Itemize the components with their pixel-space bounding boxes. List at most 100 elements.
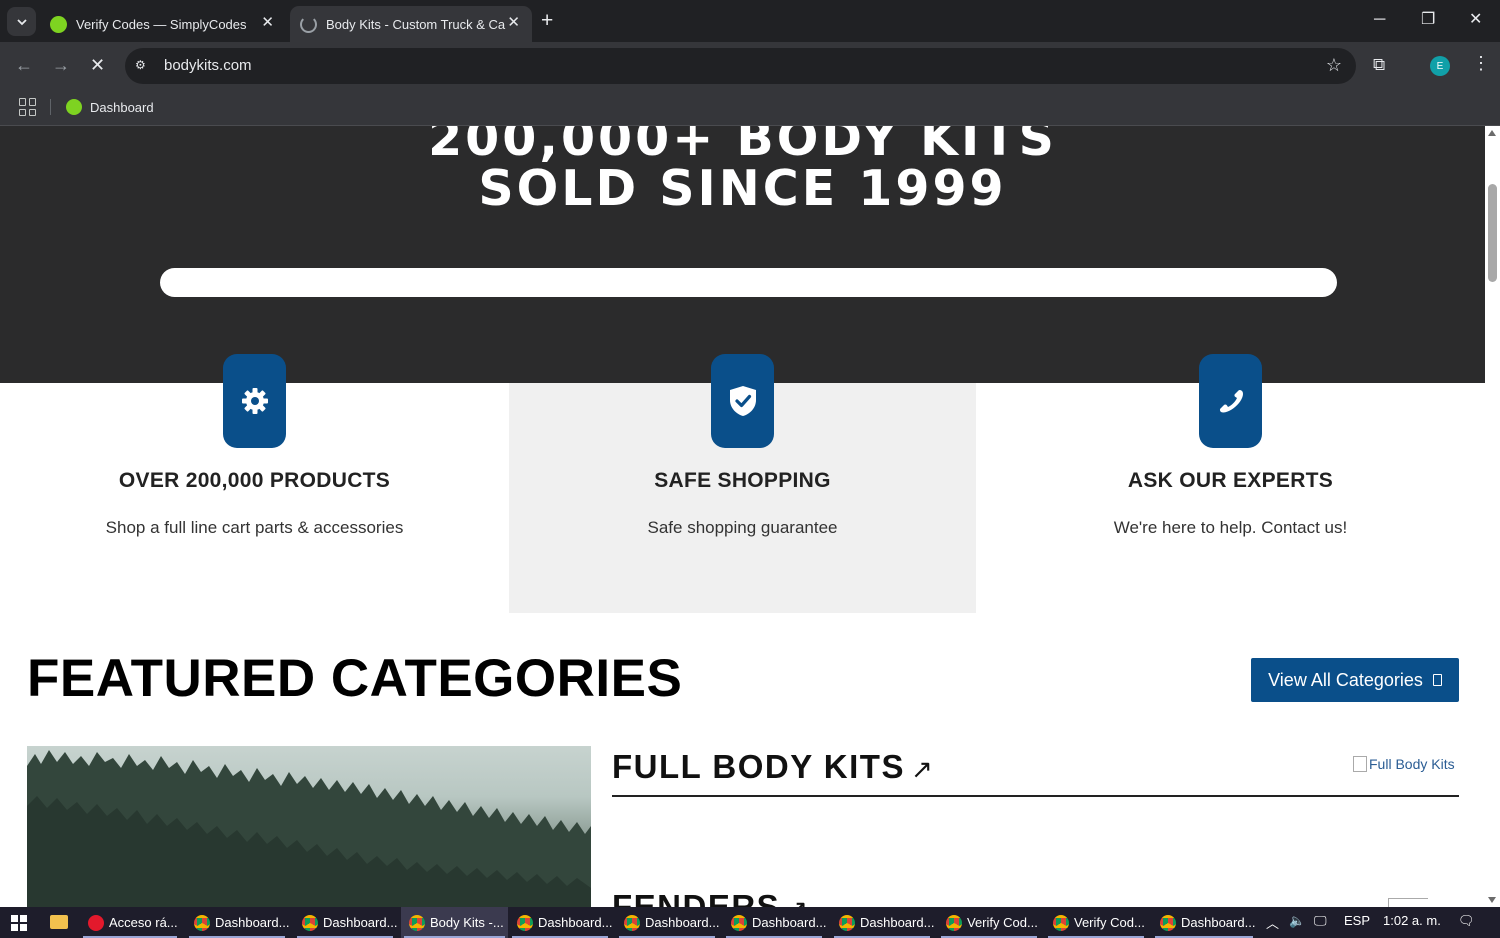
windows-taskbar: Acceso rá... Dashboard... Dashboard... B… — [0, 907, 1500, 938]
loading-spinner-icon — [300, 15, 317, 33]
view-all-categories-button[interactable]: View All Categories — [1251, 658, 1459, 702]
taskbar-item[interactable]: Dashboard... — [831, 907, 935, 938]
taskbar-item[interactable]: Dashboard... — [616, 907, 720, 938]
category-divider — [612, 795, 1459, 797]
feature-experts: ASK OUR EXPERTS We're here to help. Cont… — [976, 354, 1485, 613]
close-window-icon[interactable]: ✕ — [1469, 9, 1482, 31]
scroll-down-icon[interactable] — [1488, 897, 1496, 903]
feature-text: Safe shopping guarantee — [647, 518, 838, 537]
forward-arrow-icon[interactable]: → — [52, 54, 70, 76]
browser-menu-icon[interactable]: ⋮ — [1472, 53, 1490, 74]
taskbar-label: Dashboard... — [860, 915, 935, 930]
extensions-puzzle-icon[interactable]: ⧉ — [1373, 55, 1393, 75]
tab-title: Body Kits - Custom Truck & Car — [326, 16, 506, 32]
input-language[interactable]: ESP — [1344, 913, 1370, 928]
category-forest-image[interactable] — [27, 746, 591, 907]
chrome-icon — [517, 914, 533, 931]
feature-products: OVER 200,000 PRODUCTS Shop a full line c… — [0, 354, 509, 613]
page-viewport: 200,000+ BODY KITS SOLD SINCE 1999 OVER … — [0, 126, 1485, 907]
hero-heading: 200,000+ BODY KITS SOLD SINCE 1999 — [0, 126, 1485, 214]
speaker-icon[interactable]: 🔈 — [1289, 913, 1305, 929]
taskbar-label: Acceso rá... — [109, 915, 178, 930]
windows-start-icon[interactable] — [11, 915, 27, 931]
clock-time[interactable]: 1:02 a. m. — [1383, 913, 1441, 928]
scrollbar-thumb[interactable] — [1488, 184, 1497, 282]
chrome-icon — [946, 914, 962, 931]
hero-line-2: SOLD SINCE 1999 — [478, 160, 1007, 217]
taskbar-label: Verify Cod... — [1074, 915, 1145, 930]
site-search-input[interactable] — [160, 268, 1337, 297]
bookmark-label: Dashboard — [90, 99, 154, 115]
taskbar-item[interactable]: Dashboard... — [186, 907, 290, 938]
chrome-icon — [1160, 914, 1176, 931]
bookmarks-divider — [50, 99, 51, 115]
feature-text: We're here to help. Contact us! — [1113, 518, 1348, 537]
tab-verify-codes[interactable]: Verify Codes — SimplyCodes ✕ — [40, 6, 286, 42]
profile-avatar[interactable]: E — [1430, 56, 1450, 76]
chrome-icon — [839, 914, 855, 931]
category-fenders-link[interactable]: FENDERS ↗ — [612, 888, 809, 907]
phone-icon-badge — [1199, 354, 1262, 448]
taskbar-label: Dashboard... — [538, 915, 613, 930]
taskbar-label: Dashboard... — [645, 915, 720, 930]
bookmark-star-icon[interactable]: ☆ — [1326, 55, 1342, 76]
taskbar-item[interactable]: Acceso rá... — [80, 907, 180, 938]
tab-close-icon[interactable]: ✕ — [507, 14, 520, 32]
category-title: FENDERS — [612, 888, 781, 907]
browser-tab-strip: Verify Codes — SimplyCodes ✕ Body Kits -… — [0, 0, 1500, 42]
file-explorer-icon[interactable] — [50, 915, 68, 929]
taskbar-label: Dashboard... — [215, 915, 290, 930]
external-arrow-icon: ↗ — [786, 894, 809, 907]
bookmarks-bar: Dashboard — [0, 90, 1500, 126]
gear-icon — [241, 388, 268, 414]
restore-icon[interactable]: ❐ — [1421, 9, 1435, 31]
taskbar-label: Dashboard... — [1181, 915, 1256, 930]
taskbar-item[interactable]: Dashboard... — [294, 907, 398, 938]
feature-safe-shopping: SAFE SHOPPING Safe shopping guarantee — [509, 354, 976, 613]
missing-glyph-icon — [1432, 674, 1442, 686]
feature-title: SAFE SHOPPING — [654, 469, 831, 492]
chrome-icon — [302, 914, 318, 931]
bookmark-dashboard[interactable]: Dashboard — [66, 96, 154, 118]
chrome-icon — [409, 914, 425, 931]
taskbar-item[interactable]: Dashboard... — [509, 907, 613, 938]
site-info-icon[interactable]: ⚙ — [135, 58, 151, 74]
back-arrow-icon[interactable]: ← — [15, 54, 33, 76]
category-image-broken[interactable]: Full Body Kits — [1353, 756, 1455, 772]
stop-loading-icon[interactable]: ✕ — [90, 54, 105, 76]
simplycodes-favicon-icon — [66, 99, 82, 115]
broken-image-icon — [1353, 756, 1367, 772]
taskbar-item[interactable]: Dashboard... — [1152, 907, 1256, 938]
feature-text: Shop a full line cart parts & accessorie… — [105, 518, 404, 537]
phone-icon — [1219, 389, 1243, 413]
taskbar-item-active[interactable]: Body Kits -... — [401, 907, 508, 938]
tab-title: Verify Codes — SimplyCodes — [76, 16, 247, 32]
taskbar-item[interactable]: Dashboard... — [723, 907, 827, 938]
image-alt-text: Full Body Kits — [1369, 756, 1455, 772]
address-bar[interactable]: ⚙ bodykits.com ☆ — [125, 48, 1356, 84]
network-icon[interactable]: 🖵 — [1314, 913, 1327, 929]
taskbar-label: Dashboard... — [752, 915, 827, 930]
taskbar-item[interactable]: Verify Cod... — [938, 907, 1040, 938]
feature-title: OVER 200,000 PRODUCTS — [118, 469, 391, 492]
chrome-icon — [624, 914, 640, 931]
notifications-icon[interactable]: 🗨 — [1458, 913, 1475, 929]
tab-search-button[interactable] — [7, 7, 36, 36]
apps-grid-icon[interactable] — [19, 98, 37, 116]
category-title: FULL BODY KITS — [612, 748, 905, 785]
category-full-body-kits-link[interactable]: FULL BODY KITS ↗ — [612, 748, 934, 786]
taskbar-label: Body Kits -... — [430, 915, 504, 930]
taskbar-label: Dashboard... — [323, 915, 398, 930]
scroll-up-icon[interactable] — [1488, 130, 1496, 136]
minimize-icon[interactable]: ─ — [1374, 9, 1385, 31]
tab-close-icon[interactable]: ✕ — [261, 14, 274, 32]
tab-body-kits[interactable]: Body Kits - Custom Truck & Car ✕ — [290, 6, 532, 42]
gear-icon-badge — [223, 354, 286, 448]
tray-chevron-up-icon[interactable]: ︿ — [1266, 913, 1279, 932]
opera-icon — [88, 914, 104, 931]
taskbar-item[interactable]: Verify Cod... — [1045, 907, 1147, 938]
page-scrollbar[interactable] — [1485, 126, 1500, 907]
taskbar-label: Verify Cod... — [967, 915, 1038, 930]
new-tab-plus-icon[interactable]: + — [541, 9, 553, 33]
url-text[interactable]: bodykits.com — [164, 57, 252, 74]
